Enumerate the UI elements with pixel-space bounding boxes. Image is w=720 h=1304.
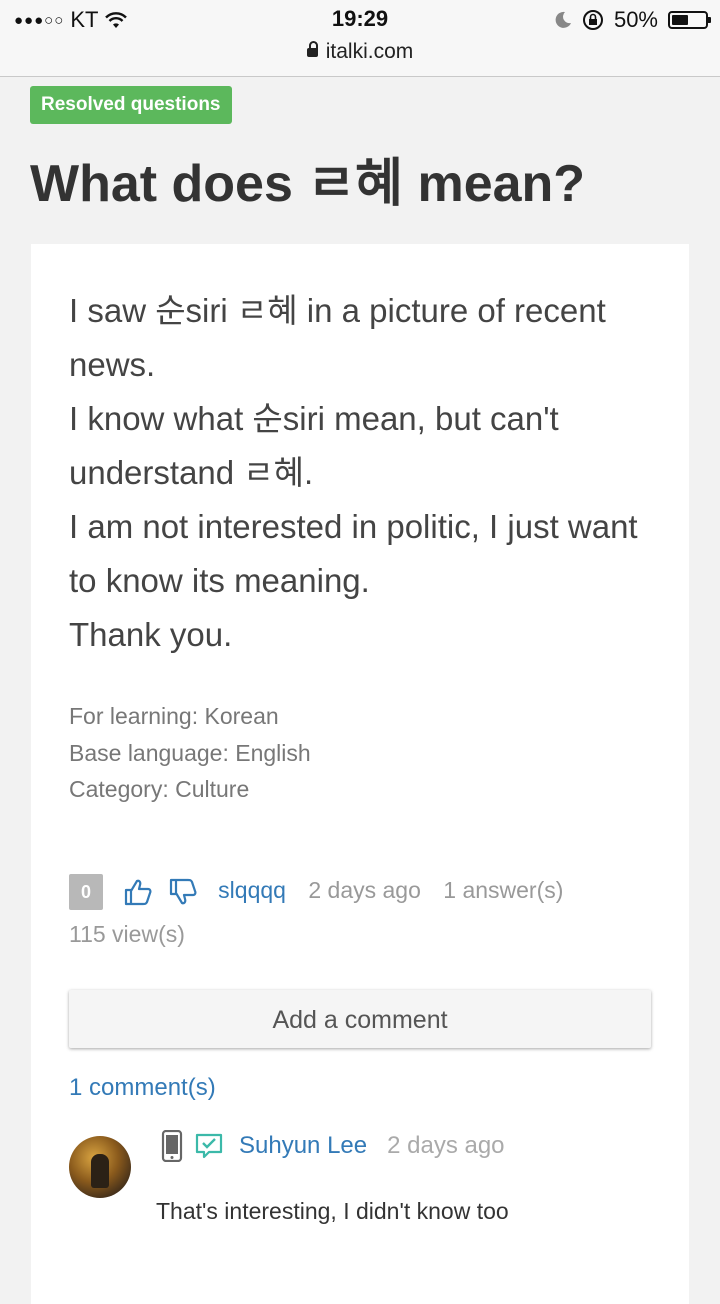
question-body: I saw 순siri ㄹ혜 in a picture of recent ne… (69, 292, 638, 653)
battery-icon (668, 11, 711, 29)
comment-count-link[interactable]: 1 comment(s) (69, 1074, 216, 1102)
comment-author[interactable]: Suhyun Lee (239, 1132, 367, 1160)
posted-time: 2 days ago (308, 877, 421, 903)
thumbs-down-icon[interactable] (168, 877, 198, 907)
base-language: Base language: English (69, 739, 311, 766)
learning-language: For learning: Korean (69, 703, 279, 729)
category: Category: Culture (69, 776, 250, 802)
status-right: 50% (554, 7, 711, 33)
verified-tutor-icon (195, 1133, 223, 1159)
status-bar: ●●●○○ KT 19:29 50% (0, 0, 720, 40)
avatar[interactable] (69, 1136, 131, 1198)
question-card: I saw 순siri ㄹ혜 in a picture of recent ne… (31, 244, 689, 1304)
view-count: 115 view(s) (69, 921, 185, 947)
thumbs-up-icon[interactable] (123, 877, 153, 907)
answer-count: 1 answer(s) (443, 877, 564, 903)
lock-icon (306, 41, 318, 57)
mobile-phone-icon (161, 1130, 183, 1162)
rotation-lock-icon (582, 10, 603, 30)
vote-score: 0 (69, 873, 103, 910)
comment-header: Suhyun Lee 2 days ago (161, 1130, 505, 1162)
moon-icon (555, 11, 571, 28)
comment-text: That's interesting, I didn't know too (156, 1198, 509, 1224)
resolved-questions-tag[interactable]: Resolved questions (30, 86, 232, 124)
page-title: What does ㄹ혜 mean? (30, 155, 586, 213)
battery-percent: 50% (613, 7, 658, 32)
add-comment-button[interactable]: Add a comment (69, 990, 651, 1048)
url-bar[interactable]: italki.com (0, 40, 720, 77)
comment-time: 2 days ago (387, 1132, 505, 1159)
question-author[interactable]: slqqqq (218, 877, 286, 903)
url-text: italki.com (325, 40, 414, 63)
question-stats: 0 slqqqq 2 days ago 1 answer(s) 115 view… (69, 868, 669, 956)
question-meta: For learning: Korean Base language: Engl… (69, 698, 311, 808)
